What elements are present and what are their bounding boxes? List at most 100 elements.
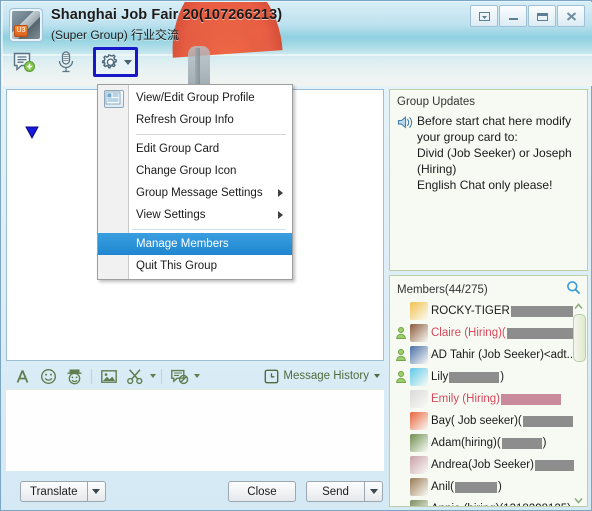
redacted-text [449,371,500,383]
header-titles: Shanghai Job Fair 20(107266213) (Super G… [51,7,282,43]
toolbar-divider [161,368,162,384]
redacted-text [455,481,498,493]
member-row[interactable]: Claire (Hiring)( [391,322,574,344]
avatar-photo: U3 [12,11,40,39]
menu-item-manage-members[interactable]: Manage Members [98,233,292,255]
menu-item-label: Group Message Settings [136,187,263,199]
message-history-button[interactable]: Message History [264,369,380,384]
member-name: ROCKY-TIGER) [431,305,574,317]
send-button[interactable]: Send [306,481,364,502]
send-dropdown-button[interactable] [364,481,383,502]
message-input-area[interactable] [6,389,384,471]
submenu-arrow-icon [278,189,283,197]
close-button[interactable] [557,5,585,27]
member-row[interactable]: Emily (Hiring) [391,388,574,410]
emoji-icon[interactable] [36,365,60,387]
gear-icon[interactable] [93,47,138,77]
image-icon[interactable] [97,365,121,387]
microphone-icon[interactable] [51,47,81,77]
chevron-down-icon[interactable] [374,374,380,378]
member-avatar [410,434,428,452]
screenshot-scissors-icon[interactable] [123,365,147,387]
members-list[interactable]: ROCKY-TIGER) Claire (Hiring)( AD Tahir (Jo… [391,300,574,506]
sticker-icon[interactable] [62,365,86,387]
group-updates-title: Group Updates [397,96,475,108]
scroll-up-arrow[interactable] [572,300,585,312]
message-history-label: Message History [283,370,369,382]
members-title: Members(44/275) [397,284,488,296]
group-settings-menu: View/Edit Group Profile Refresh Group Inf… [97,84,293,280]
group-updates-line: Divid (Job Seeker) or Joseph [417,146,572,160]
member-row[interactable]: Andrea(Job Seeker).. [391,454,574,476]
menu-item-refresh-group-info[interactable]: Refresh Group Info [98,109,292,131]
member-name: Bay( Job seeker)( [431,415,574,427]
member-avatar [410,390,428,408]
close-chat-button[interactable]: Close [228,481,296,502]
group-chat-icon[interactable] [9,47,39,77]
member-row[interactable]: Annie (hiring)(1318298125) [391,498,574,506]
group-updates-line: English Chat only please! [417,178,553,192]
member-row[interactable]: Lily) [391,366,574,388]
format-toolbar: Message History [6,363,384,389]
menu-separator [132,229,286,230]
menu-item-label: Change Group Icon [136,165,237,177]
avatar-level-badge: U3 [14,25,28,37]
search-icon[interactable] [566,280,581,300]
online-status-icon [394,326,409,341]
menu-item-label: Refresh Group Info [136,114,234,126]
member-row[interactable]: Bay( Job seeker)( [391,410,574,432]
member-row[interactable]: Adam(hiring)() [391,432,574,454]
scroll-down-arrow[interactable] [572,494,585,506]
minimize-button[interactable] [499,5,527,27]
member-row[interactable]: ROCKY-TIGER) [391,300,574,322]
maximize-button[interactable] [528,5,556,27]
member-avatar [410,302,428,320]
menu-item-label: Edit Group Card [136,143,220,155]
member-row[interactable]: AD Tahir (Job Seeker)<adt... [391,344,574,366]
send-label: Send [322,485,349,498]
chevron-down-icon[interactable] [150,374,156,378]
member-name: AD Tahir (Job Seeker)<adt... [431,349,574,361]
send-split-button[interactable]: Send [306,481,383,502]
menu-item-view-settings[interactable]: View Settings [98,204,292,226]
shake-window-icon[interactable] [167,365,191,387]
header-toolbar [9,47,138,77]
group-subtitle: (Super Group) 行业交流 [51,28,180,42]
status-spacer [394,436,409,451]
member-name: Andrea(Job Seeker).. [431,459,574,471]
menu-item-label: View Settings [136,209,206,221]
scrollbar-thumb[interactable] [573,314,586,362]
submenu-arrow-icon [278,211,283,219]
menu-item-view-edit-group-profile[interactable]: View/Edit Group Profile [98,87,292,109]
member-name: Emily (Hiring) [431,393,562,405]
member-name: Adam(hiring)() [431,437,547,449]
group-updates-panel: Group Updates Before start chat here mod… [389,89,588,271]
menu-item-change-group-icon[interactable]: Change Group Icon [98,160,292,182]
menu-item-quit-this-group[interactable]: Quit This Group [98,255,292,277]
status-spacer [394,458,409,473]
group-updates-line: Before start chat here modify [417,114,572,128]
translate-button[interactable]: Translate [20,481,87,502]
window-controls [470,5,585,27]
mouse-pointer-arrow [23,125,41,146]
redacted-text [510,305,573,317]
chevron-down-icon[interactable] [124,59,132,65]
group-avatar[interactable]: U3 [9,8,43,42]
menu-item-group-message-settings[interactable]: Group Message Settings [98,182,292,204]
online-status-icon [394,348,409,363]
menu-item-label: Manage Members [136,238,229,250]
translate-dropdown-button[interactable] [86,481,106,502]
toolbar-divider [91,368,92,384]
menu-item-edit-group-card[interactable]: Edit Group Card [98,138,292,160]
redacted-text [506,327,574,339]
restore-down-button[interactable] [470,5,498,27]
redacted-text [534,459,574,471]
translate-split-button[interactable]: Translate [20,481,106,502]
menu-items: View/Edit Group Profile Refresh Group Inf… [98,87,292,277]
member-avatar [410,500,428,506]
font-style-icon[interactable] [10,365,34,387]
chevron-down-icon[interactable] [194,374,200,378]
status-spacer [394,304,409,319]
members-scrollbar[interactable] [572,300,586,506]
member-row[interactable]: Anil() [391,476,574,498]
